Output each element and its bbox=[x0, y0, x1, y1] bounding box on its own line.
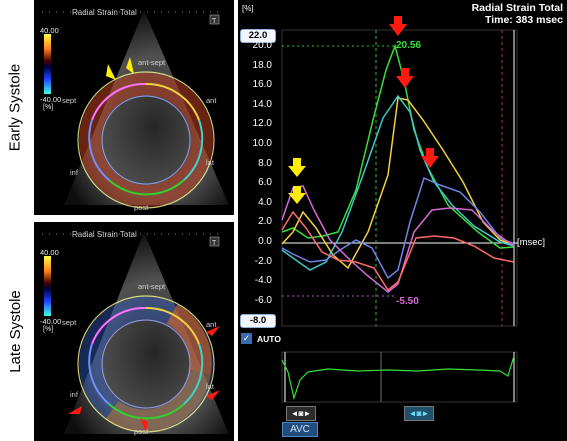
red-arrow-graph-1 bbox=[389, 16, 407, 36]
red-arrow-graph-3 bbox=[421, 148, 439, 168]
yellow-arrow-graph-1 bbox=[288, 158, 306, 177]
seg-inf-2: inf bbox=[70, 390, 78, 399]
curve-red bbox=[281, 210, 515, 292]
colorbar-max-2: 40.00 bbox=[40, 248, 59, 257]
peak-max-label: 20.56 bbox=[396, 40, 422, 51]
seg-sept: sept bbox=[62, 96, 77, 105]
seg-sept-2: sept bbox=[62, 318, 77, 327]
colorbar-unit: [%] bbox=[43, 104, 54, 111]
seg-lat-2: lat bbox=[206, 382, 214, 391]
echo-t-icon-2: T bbox=[212, 240, 217, 247]
x-unit-label: [msec] bbox=[517, 237, 545, 248]
seg-ant-sept-2: ant-sept bbox=[138, 282, 166, 291]
play-control-1[interactable]: ◄◙► bbox=[286, 406, 316, 421]
echo-panel-early: T Radial Strain Total 40.00 -40.00 [%] a… bbox=[34, 0, 234, 215]
echo-image-early: T bbox=[42, 10, 229, 209]
strain-graph-panel: [%] Radial Strain Total Time: 383 msec 2… bbox=[238, 0, 567, 441]
strain-curves bbox=[281, 16, 518, 403]
ecg-strip bbox=[281, 351, 518, 403]
seg-lat: lat bbox=[206, 158, 214, 167]
seg-ant-sept: ant-sept bbox=[138, 58, 166, 67]
seg-post-2: post bbox=[134, 427, 149, 436]
early-systole-label: Early Systole bbox=[6, 63, 24, 152]
echo-title-2: Radial Strain Total bbox=[72, 230, 137, 239]
colorbar-max: 40.00 bbox=[40, 26, 59, 35]
seg-post: post bbox=[134, 203, 149, 212]
seg-ant-2: ant bbox=[206, 320, 217, 329]
echo-panel-late: T Radial Strain Total 40.00 -40.00 [%] a… bbox=[34, 222, 234, 441]
curve-purple bbox=[281, 185, 515, 293]
late-systole-label: Late Systole bbox=[6, 290, 24, 373]
colorbar-unit-2: [%] bbox=[43, 326, 54, 333]
colorbar-min: -40.00 bbox=[40, 95, 62, 104]
auto-label: AUTO bbox=[257, 334, 281, 344]
yellow-arrow-graph-2 bbox=[288, 186, 306, 204]
play-control-2[interactable]: ◄◙► bbox=[404, 406, 434, 421]
seg-ant: ant bbox=[206, 96, 217, 105]
seg-inf: inf bbox=[70, 168, 78, 177]
yellow-arrow-2 bbox=[106, 64, 116, 80]
peak-min-label: -5.50 bbox=[396, 296, 419, 307]
echo-t-icon: T bbox=[212, 18, 217, 25]
colorbar-min-2: -40.00 bbox=[40, 317, 62, 326]
avc-button[interactable]: AVC bbox=[282, 422, 318, 437]
auto-checkbox[interactable]: ✓ bbox=[241, 333, 252, 344]
echo-title: Radial Strain Total bbox=[72, 8, 137, 17]
red-arrow-graph-2 bbox=[396, 68, 414, 88]
echo-image-late: T bbox=[42, 232, 229, 434]
